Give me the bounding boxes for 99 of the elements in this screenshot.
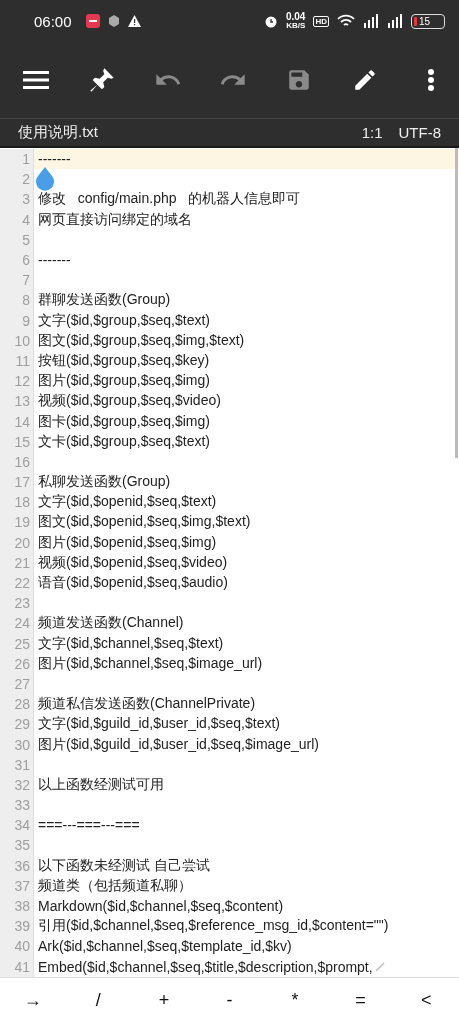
symbol-key[interactable]: * (275, 989, 316, 1012)
code-line: 视频($id,$openid,$seq,$video) (37, 553, 228, 572)
code-line: Ark($id,$channel,$seq,$template_id,$kv) (37, 938, 292, 955)
code-line: ===---===---=== (37, 817, 140, 834)
code-line: ------- (37, 252, 71, 269)
code-line: 以上函数经测试可用 (37, 775, 164, 794)
line-number: 6 (0, 249, 34, 271)
clock-time: 06:00 (34, 12, 72, 30)
network-speed: 0.04 (285, 12, 306, 22)
symbol-key[interactable]: = (340, 989, 381, 1012)
code-line: 图片($id,$channel,$seq,$image_url) (37, 654, 263, 673)
more-icon (426, 68, 435, 92)
line-number: 40 (0, 936, 34, 957)
line-number: 20 (0, 532, 34, 553)
code-line: 频道私信发送函数(ChannelPrivate) (37, 695, 256, 714)
code-line: 网页直接访问绑定的域名 (37, 210, 192, 229)
line-number: 37 (0, 875, 34, 896)
code-line: 图文($id,$group,$seq,$img,$text) (37, 331, 245, 350)
cursor-handle[interactable] (35, 167, 55, 193)
line-number: 22 (0, 572, 34, 594)
symbol-key[interactable]: < (406, 989, 447, 1012)
code-line: 语音($id,$openid,$seq,$audio) (37, 574, 228, 593)
code-line: 图片($id,$openid,$seq,$img) (37, 533, 217, 552)
line-number: 30 (0, 734, 34, 755)
line-number: 2 (0, 169, 34, 190)
line-number: 12 (0, 371, 34, 392)
line-number: 24 (0, 613, 34, 634)
code-line: 群聊发送函数(Group) (37, 291, 171, 310)
line-number: 19 (0, 512, 34, 533)
code-line: 图文($id,$openid,$seq,$img,$text) (37, 513, 251, 532)
alarm-icon (263, 14, 278, 28)
code-line: 文字($id,$channel,$seq,$text) (37, 634, 224, 653)
cursor-position: 1:1 (361, 124, 383, 141)
code-line: 文字($id,$openid,$seq,$text) (37, 493, 217, 512)
line-number: 32 (0, 774, 34, 795)
symbol-key[interactable]: / (78, 989, 119, 1012)
line-number: 17 (0, 472, 34, 493)
line-number: 11 (0, 350, 34, 372)
line-number: 34 (0, 815, 34, 836)
code-line: 引用($id,$channel,$seq,$reference_msg_id,$content="") (37, 917, 389, 936)
code-line: 频道类（包括频道私聊） (37, 876, 192, 895)
hd-label: HD (313, 15, 329, 27)
line-number: 36 (0, 855, 34, 876)
line-number: 3 (0, 189, 34, 210)
code-line: 图片($id,$group,$seq,$img) (37, 372, 210, 391)
code-line: 修改 config/main.php 的机器人信息即可 (37, 190, 301, 209)
line-number: 18 (0, 492, 34, 513)
line-number: 14 (0, 411, 34, 432)
line-number: 1 (0, 149, 34, 170)
line-number: 28 (0, 694, 34, 715)
code-line: 文卡($id,$group,$seq,$text) (37, 432, 210, 451)
code-line: 文字($id,$group,$seq,$text) (37, 311, 210, 330)
line-number: 13 (0, 391, 34, 412)
speed-unit: KB/S (286, 22, 306, 30)
line-number: 41 (0, 956, 34, 977)
code-line: Embed($id,$channel,$seq,$title,$description,$prompt, (37, 958, 373, 975)
code-line: 文字($id,$guild_id,$user_id,$seq,$text) (37, 715, 281, 734)
code-line: Markdown($id,$channel,$seq,$content) (37, 898, 284, 915)
line-number: 35 (0, 835, 34, 856)
code-line: 频道发送函数(Channel) (37, 614, 184, 633)
file-name: 使用说明.txt (18, 123, 98, 142)
signal-icon (363, 14, 379, 28)
signal-icon (387, 14, 403, 28)
line-number: 8 (0, 290, 34, 311)
code-line: 按钮($id,$group,$seq,$key) (37, 351, 210, 370)
line-number: 15 (0, 431, 34, 452)
line-number: 21 (0, 552, 34, 573)
line-number: 31 (0, 754, 34, 775)
line-number: 4 (0, 209, 34, 230)
symbol-key[interactable]: → (12, 989, 53, 1012)
app-notification-icon (85, 14, 100, 28)
line-number: 5 (0, 229, 34, 250)
code-line: 以下函数未经测试 自己尝试 (37, 856, 210, 875)
code-line: 视频($id,$group,$seq,$video) (37, 392, 221, 411)
line-number: 33 (0, 795, 34, 816)
line-number: 39 (0, 916, 34, 937)
line-number: 7 (0, 270, 34, 291)
line-number: 16 (0, 451, 34, 472)
code-line: 图片($id,$guild_id,$user_id,$seq,$image_url) (37, 735, 319, 754)
line-number: 10 (0, 330, 34, 351)
line-number: 25 (0, 633, 34, 654)
hexagon-icon (107, 15, 120, 27)
line-number: 29 (0, 714, 34, 735)
menu-icon (23, 70, 49, 90)
symbol-key[interactable]: - (209, 989, 250, 1012)
line-number: 27 (0, 673, 34, 695)
line-number: 23 (0, 593, 34, 614)
line-number: 26 (0, 653, 34, 674)
pin-icon (87, 66, 116, 94)
code-line: 私聊发送函数(Group) (37, 473, 171, 492)
code-line: 图卡($id,$group,$seq,$img) (37, 412, 210, 431)
symbol-key[interactable]: + (143, 989, 184, 1012)
encoding-label: UTF-8 (398, 124, 441, 141)
battery-percent: 15 (419, 15, 431, 27)
line-number: 38 (0, 895, 34, 917)
wifi-icon (337, 14, 355, 28)
code-line: ------- (37, 151, 71, 168)
line-number: 9 (0, 310, 34, 331)
warning-icon (127, 15, 141, 27)
